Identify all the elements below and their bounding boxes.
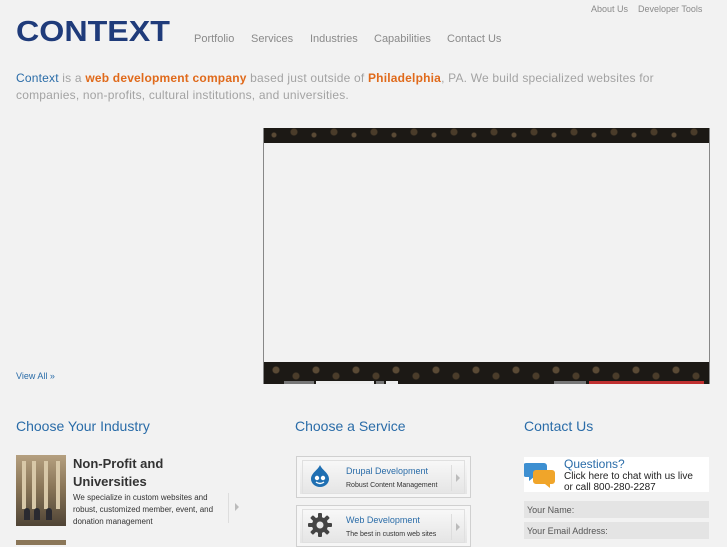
chevron-right-icon [451,465,464,491]
industry-item-title[interactable]: Non-Profit and Universities [73,455,233,491]
intro-text: Context is a web development company bas… [16,70,656,104]
nav-portfolio[interactable]: Portfolio [194,33,234,45]
nav-capabilities[interactable]: Capabilities [374,33,431,45]
intro-highlight-philadelphia[interactable]: Philadelphia [368,71,441,85]
intro-company: Context [16,71,59,85]
gear-icon [308,513,332,537]
industry-item-description: We specialize in custom websites and rob… [73,493,214,526]
developer-tools-link[interactable]: Developer Tools [638,4,702,14]
portfolio-slider[interactable] [263,128,710,384]
nav-contact-us[interactable]: Contact Us [447,33,501,45]
view-all-link[interactable]: View All » [16,371,55,381]
industry-divider [16,404,246,416]
logo-text: CONTEXT [16,16,170,45]
chat-line-2: or call 800-280-2287 [564,482,656,493]
chevron-right-icon [451,514,464,540]
service-webdev-button[interactable]: Web Development The best in custom web s… [296,505,471,547]
live-chat-banner[interactable]: Questions? Click here to chat with us li… [523,457,709,493]
chat-line-1: Click here to chat with us live [564,471,693,482]
service-drupal-subtitle: Robust Content Management [346,482,438,489]
industry-heading: Choose Your Industry [16,418,150,434]
about-us-link[interactable]: About Us [591,4,628,14]
industry-photo[interactable] [16,455,66,526]
context-logo[interactable]: CONTEXT [16,15,170,45]
contact-heading: Contact Us [524,418,594,434]
drupal-icon [308,464,332,488]
service-drupal-button[interactable]: Drupal Development Robust Content Manage… [296,456,471,498]
intro-highlight-web-dev[interactable]: web development company [85,71,246,85]
service-webdev-subtitle: The best in custom web sites [346,531,437,538]
email-field[interactable] [524,522,709,539]
industry-item-title-next[interactable] [73,540,233,545]
intro-part1: is a [58,71,86,85]
services-heading: Choose a Service [295,418,406,434]
industry-next-arrow-icon[interactable] [228,493,243,523]
service-webdev-title: Web Development [346,515,420,525]
industry-photo-next[interactable] [16,540,66,545]
slider-thumbnails[interactable] [284,381,704,384]
intro-part2: based just outside of [246,71,368,85]
service-drupal-title: Drupal Development [346,466,429,476]
slider-top-pattern [264,128,709,143]
chat-title: Questions? [564,457,625,471]
nav-services[interactable]: Services [251,33,293,45]
name-field[interactable] [524,501,709,518]
nav-industries[interactable]: Industries [310,33,358,45]
chat-bubbles-icon [523,459,556,489]
